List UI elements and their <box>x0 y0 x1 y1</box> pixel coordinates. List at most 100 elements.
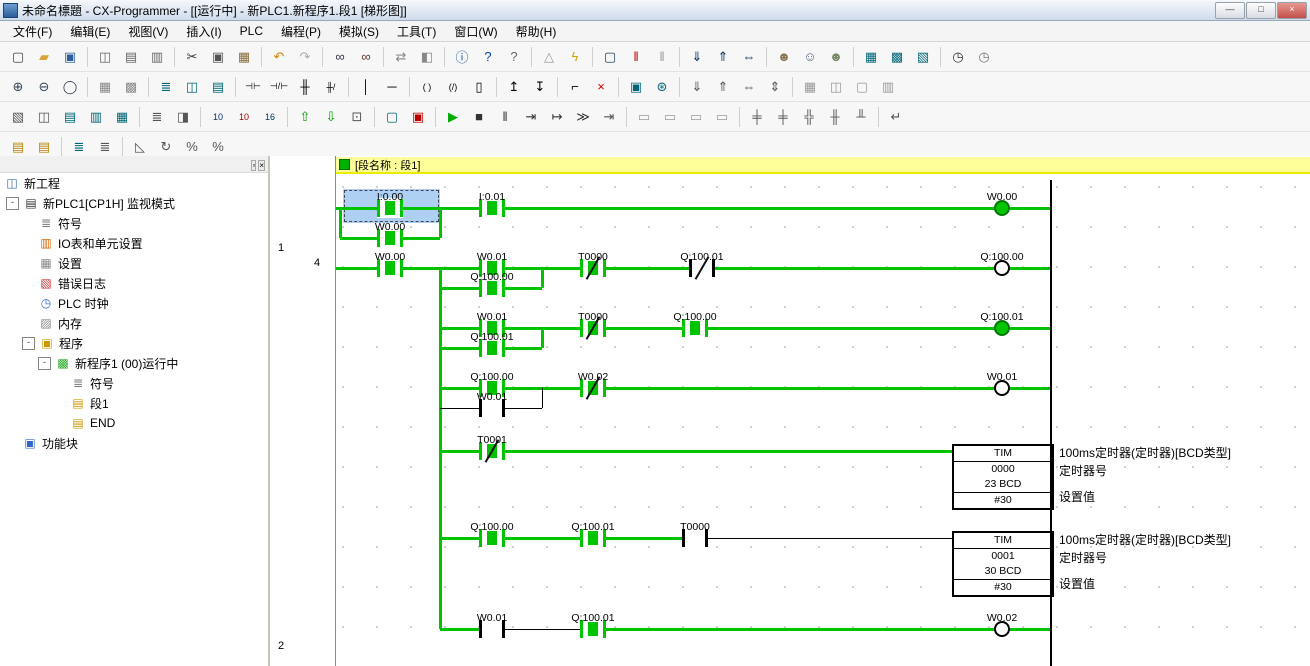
verify-icon[interactable]: ⇔ <box>737 75 761 99</box>
force-cancel-icon[interactable]: ⊡ <box>345 105 369 129</box>
transfer-down-icon[interactable]: ⇓ <box>685 75 709 99</box>
grid-icon[interactable]: ▦ <box>93 75 117 99</box>
invert-icon[interactable]: ⌐ <box>563 75 587 99</box>
or-contact-nc-icon[interactable]: ╫/ <box>319 75 343 99</box>
monitor-signed-icon[interactable]: 10 <box>232 105 256 129</box>
new-file-icon[interactable]: ▢ <box>6 45 30 69</box>
force-on-icon[interactable]: ⇧ <box>293 105 317 129</box>
menu-item-3[interactable]: 视图(V) <box>119 21 177 42</box>
zoom-in-icon[interactable]: ⊕ <box>6 75 30 99</box>
tree-item-new-program1[interactable]: -▩新程序1 (00)运行中 <box>0 353 268 373</box>
menu-item-4[interactable]: 插入(I) <box>177 21 230 42</box>
falling-edge-icon[interactable]: ↧ <box>528 75 552 99</box>
tree-item-error-log[interactable]: ▧错误日志 <box>0 273 268 293</box>
address-reference-icon[interactable]: ◧ <box>415 45 439 69</box>
tree-item-new-project[interactable]: ◫新工程 <box>0 173 268 193</box>
link-user-icon[interactable]: ☺ <box>798 45 822 69</box>
rung-comment-icon[interactable]: ▤ <box>32 135 56 159</box>
mnemonic-view-icon[interactable]: ▤ <box>206 75 230 99</box>
find-next-icon[interactable]: ∞ <box>354 45 378 69</box>
open-file-icon[interactable]: ▰ <box>32 45 56 69</box>
io-comment-view-icon[interactable]: ◫ <box>180 75 204 99</box>
context-help-icon[interactable]: ? <box>502 45 526 69</box>
diff-trace-3-icon[interactable]: ╬ <box>797 105 821 129</box>
find-icon[interactable]: ∞ <box>328 45 352 69</box>
diff-trace-2-icon[interactable]: ╪ <box>771 105 795 129</box>
closed-coil-icon[interactable]: (/) <box>441 75 465 99</box>
step-in-icon[interactable]: ↦ <box>545 105 569 129</box>
compile-icon[interactable]: ⊛ <box>650 75 674 99</box>
stop-icon[interactable]: ■ <box>467 105 491 129</box>
coil-icon[interactable]: ( ) <box>415 75 439 99</box>
instruction-box-tim-0000[interactable]: TIM000023 BCD#30 <box>952 444 1054 510</box>
copy-icon[interactable]: ▣ <box>206 45 230 69</box>
force-off-icon[interactable]: ⇩ <box>319 105 343 129</box>
pause-all-icon[interactable]: ‖ <box>650 45 674 69</box>
upload-from-plc-icon[interactable]: ⇑ <box>711 45 735 69</box>
pause-monitor-3-icon[interactable]: ▭ <box>684 105 708 129</box>
tree-item-io-table[interactable]: ▥IO表和单元设置 <box>0 233 268 253</box>
info-icon[interactable]: ⓘ <box>450 45 474 69</box>
panel-pin-button[interactable]: ▫ <box>251 160 256 171</box>
rotate-tool-icon[interactable]: ↻ <box>154 135 178 159</box>
grid-dark-icon[interactable]: ▩ <box>119 75 143 99</box>
undo-icon[interactable]: ↶ <box>267 45 291 69</box>
menu-item-2[interactable]: 编辑(E) <box>61 21 119 42</box>
print-preview-icon[interactable]: ◫ <box>93 45 117 69</box>
output-window-icon[interactable]: ▤ <box>58 105 82 129</box>
contact-nc-icon[interactable]: ⊣/⊢ <box>267 75 291 99</box>
transfer-up-icon[interactable]: ⇑ <box>711 75 735 99</box>
symbols-view-icon[interactable]: ≣ <box>154 75 178 99</box>
continuous-run-icon[interactable]: ≫ <box>571 105 595 129</box>
menu-item-5[interactable]: PLC <box>231 22 272 40</box>
monitor-hex-icon[interactable]: 16 <box>258 105 282 129</box>
tree-item-symbols[interactable]: ≣符号 <box>0 213 268 233</box>
monitor-pane-icon[interactable]: ◫ <box>824 75 848 99</box>
monitor-mode-icon[interactable]: ▢ <box>380 105 404 129</box>
tree-item-settings[interactable]: ▦设置 <box>0 253 268 273</box>
clock-icon[interactable]: ◷ <box>972 45 996 69</box>
program-check-icon[interactable]: ▣ <box>624 75 648 99</box>
panel-close-button[interactable]: × <box>258 160 265 171</box>
menu-item-7[interactable]: 模拟(S) <box>330 21 388 42</box>
tree-item-memory[interactable]: ▨内存 <box>0 313 268 333</box>
minimize-button[interactable]: — <box>1215 2 1245 19</box>
symbol-table-icon[interactable]: ≣ <box>145 105 169 129</box>
redo-icon[interactable]: ↷ <box>293 45 317 69</box>
help-icon[interactable]: ? <box>476 45 500 69</box>
print-icon[interactable]: ▤ <box>119 45 143 69</box>
symbol-list-icon[interactable]: ≣ <box>67 135 91 159</box>
monitor-window-icon[interactable]: ▦ <box>859 45 883 69</box>
window-cascade-icon[interactable]: ▧ <box>6 105 30 129</box>
online-edit-icon[interactable]: ϟ <box>563 45 587 69</box>
pause-icon[interactable]: ‖ <box>493 105 517 129</box>
menu-item-1[interactable]: 文件(F) <box>4 21 61 42</box>
menu-item-8[interactable]: 工具(T) <box>388 21 445 42</box>
paste-icon[interactable]: ▦ <box>232 45 256 69</box>
partial-transfer-icon[interactable]: ⇕ <box>763 75 787 99</box>
cross-ref-window-icon[interactable]: ▦ <box>110 105 134 129</box>
replace-icon[interactable]: ⇄ <box>389 45 413 69</box>
menu-item-6[interactable]: 编程(P) <box>272 21 330 42</box>
scan-run-icon[interactable]: ⇥ <box>597 105 621 129</box>
return-icon[interactable]: ↵ <box>884 105 908 129</box>
tree-expander[interactable]: - <box>38 357 51 370</box>
save-icon[interactable]: ▣ <box>58 45 82 69</box>
rising-edge-icon[interactable]: ↥ <box>502 75 526 99</box>
watch-sheet-icon[interactable]: ▥ <box>84 105 108 129</box>
menu-item-10[interactable]: 帮助(H) <box>507 21 566 42</box>
diff-trace-5-icon[interactable]: ╨ <box>849 105 873 129</box>
cycle-time-icon[interactable]: ◷ <box>946 45 970 69</box>
close-button[interactable]: × <box>1277 2 1307 19</box>
vertical-line-icon[interactable]: │ <box>354 75 378 99</box>
block-comment-icon[interactable]: ▤ <box>6 135 30 159</box>
monitor-grid-icon[interactable]: ▦ <box>798 75 822 99</box>
delete-icon[interactable]: × <box>589 75 613 99</box>
address-list-icon[interactable]: ≣ <box>93 135 117 159</box>
tree-item-end[interactable]: ▤END <box>0 413 268 433</box>
select-tool-icon[interactable]: ◺ <box>128 135 152 159</box>
step-run-icon[interactable]: ⇥ <box>519 105 543 129</box>
tree-item-plc-clock[interactable]: ◷PLC 时钟 <box>0 293 268 313</box>
horizontal-line-icon[interactable]: ─ <box>380 75 404 99</box>
pause-monitor-4-icon[interactable]: ▭ <box>710 105 734 129</box>
